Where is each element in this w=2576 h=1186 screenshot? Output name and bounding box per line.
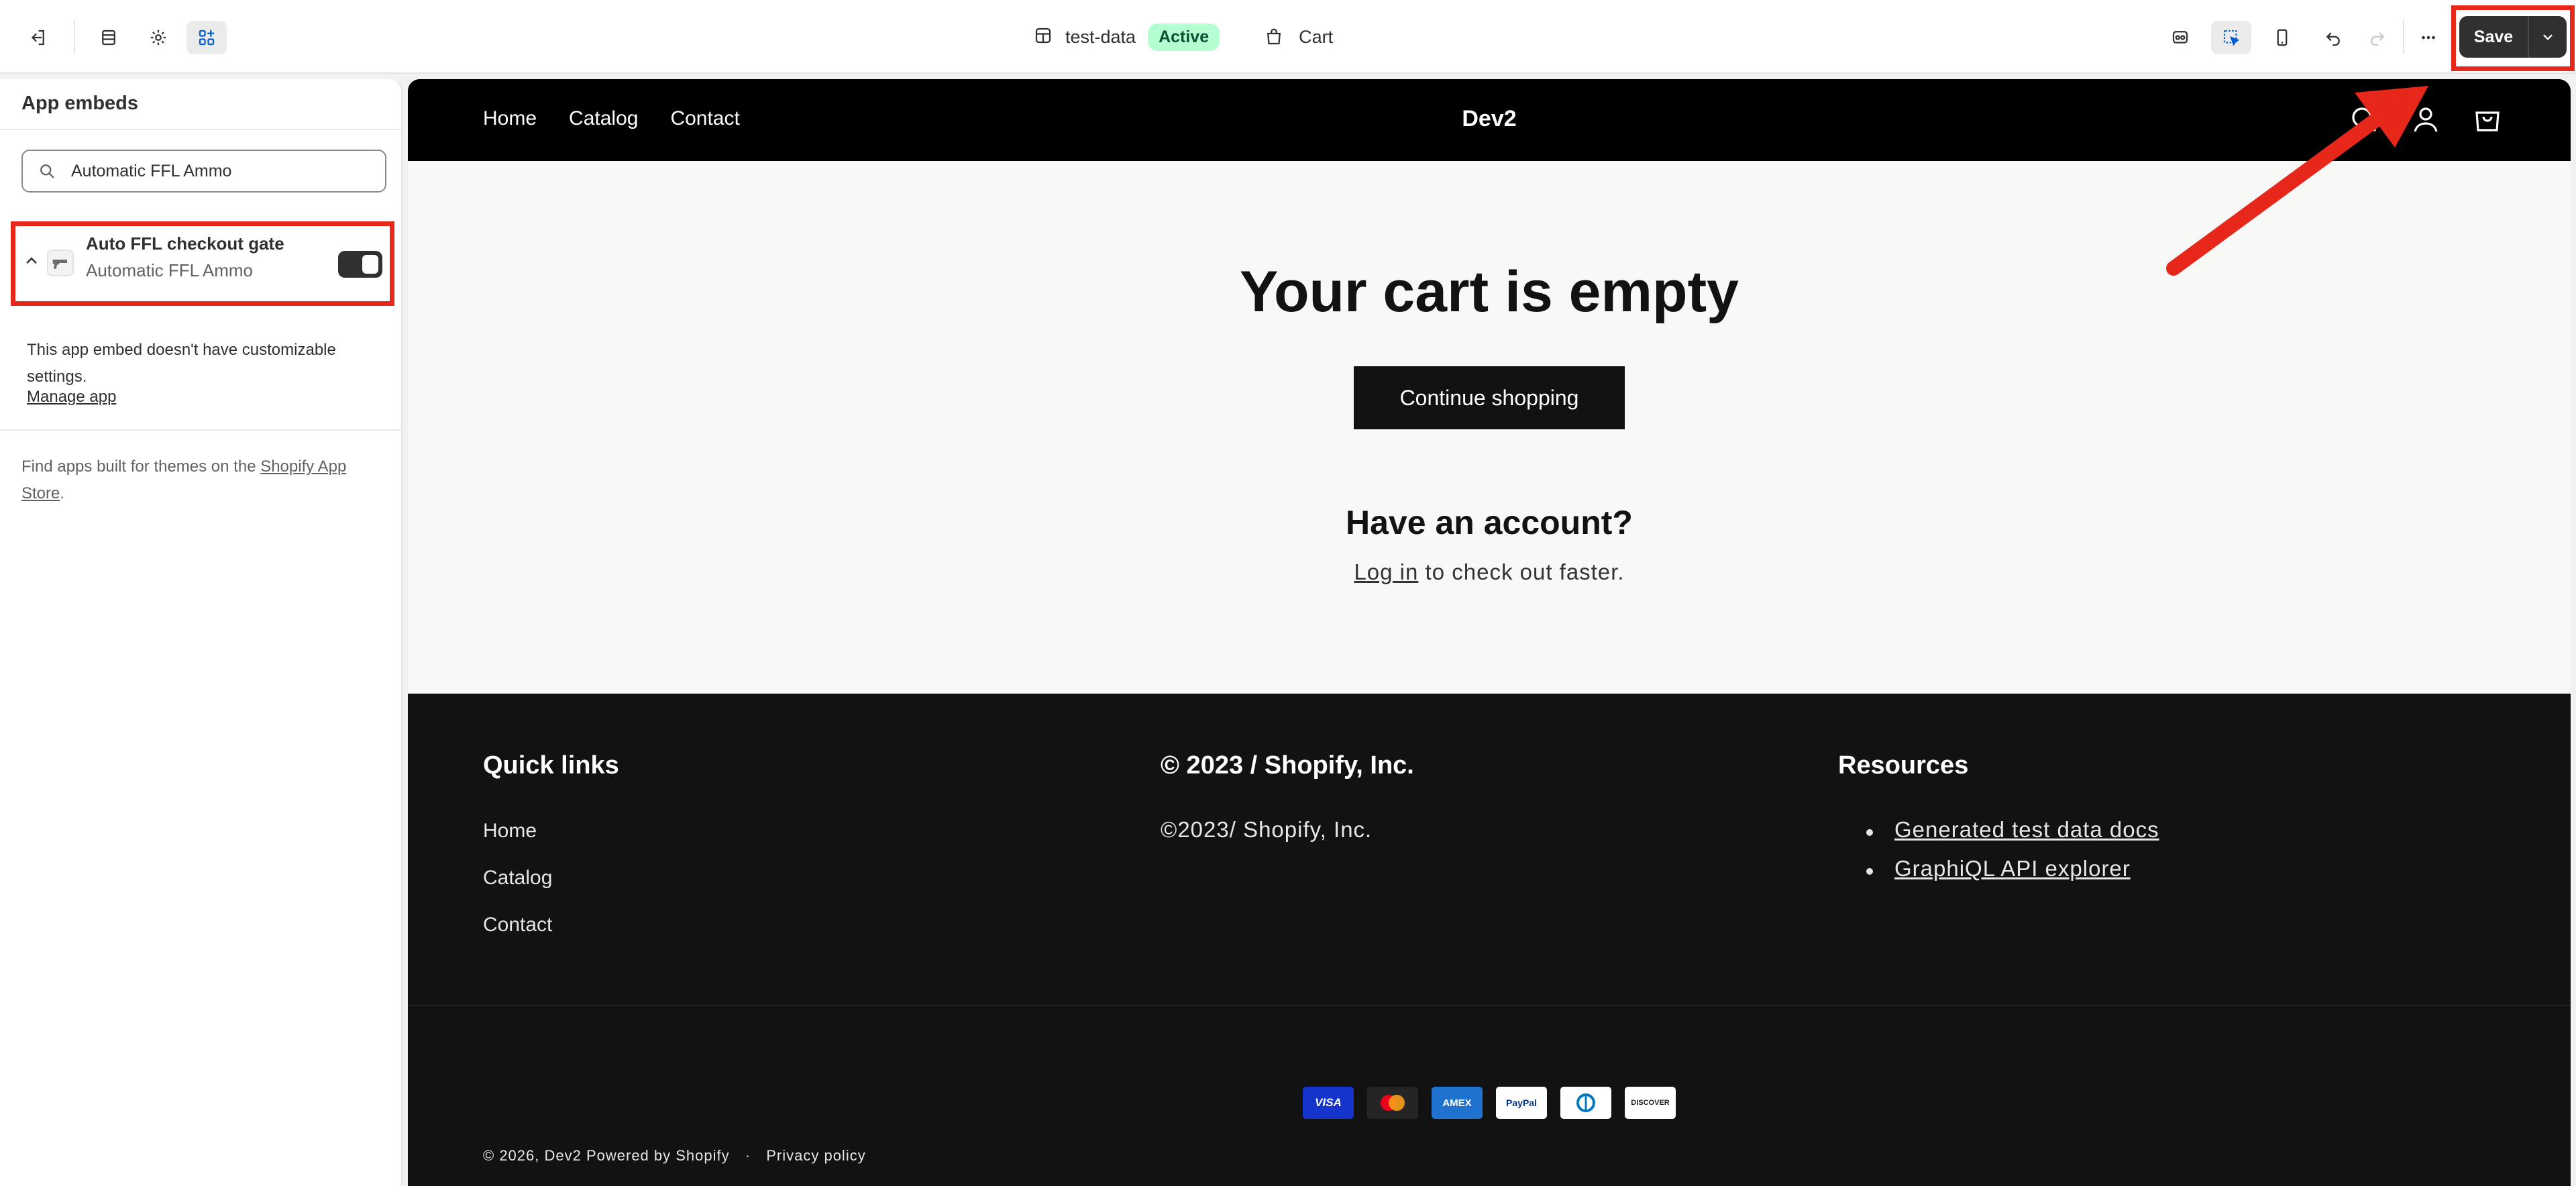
inspector-button[interactable] [2160,21,2200,54]
mastercard-icon [1367,1087,1418,1119]
more-actions-button[interactable] [2408,21,2449,54]
payment-icons: VISA AMEX PayPal DISCOVER [1303,1087,1676,1119]
toolbar-divider [74,20,75,54]
undo-button[interactable] [2313,21,2353,54]
toolbar-divider [2403,20,2404,54]
find-apps-label: Find apps built for themes on the [21,457,261,476]
theme-settings-button[interactable] [138,21,178,54]
company-title: © 2023 / Shopify, Inc. [1161,751,1414,779]
diners-icon [1560,1087,1611,1119]
visa-icon: VISA [1303,1087,1354,1119]
company-text: ©2023/ Shopify, Inc. [1161,817,1373,842]
footer-divider [408,1005,2571,1006]
app-embeds-icon [199,30,215,46]
discover-icon: DISCOVER [1625,1087,1676,1119]
search-field[interactable] [21,150,386,193]
theme-icon [1033,25,1053,49]
embed-note: This app embed doesn't have customizable… [27,341,336,386]
select-element-button[interactable] [2211,21,2251,54]
bag-icon [1267,28,1281,45]
footer-link-catalog[interactable]: Catalog [483,867,552,889]
annotation-box-save [2451,5,2575,71]
separator-dot: · [745,1147,751,1164]
quick-links-title: Quick links [483,751,619,779]
login-text: to check out faster. [1418,559,1625,584]
app-embeds-button[interactable] [186,21,227,54]
select-icon [2223,30,2240,46]
search-input[interactable] [71,161,380,181]
divider [0,129,402,130]
more-icon [2422,36,2435,40]
undo-icon [2326,32,2340,46]
amex-icon: AMEX [1432,1087,1483,1119]
find-apps-end: . [60,484,65,502]
redo-icon [2371,32,2385,46]
cart-icon[interactable] [2471,103,2504,136]
inspector-icon [2172,31,2188,44]
privacy-policy-link[interactable]: Privacy policy [766,1147,865,1164]
sections-icon [102,30,115,46]
continue-shopping-button[interactable]: Continue shopping [1354,366,1625,429]
editor-toolbar: test-data Active Cart Save [0,0,2576,74]
annotation-box-embed [11,221,394,306]
exit-button[interactable] [17,21,58,54]
bullet [1866,868,1873,875]
sidebar-title: App embeds [21,93,139,114]
annotation-arrow-icon [2166,86,2428,276]
bullet [1866,829,1873,836]
divider [0,429,402,431]
resources-title: Resources [1838,751,1969,779]
template-selector[interactable]: Cart [1264,27,1333,48]
exit-icon [32,30,44,46]
manage-app-link[interactable]: Manage app [27,388,116,407]
find-apps-text: Find apps built for themes on the Shopif… [21,453,384,507]
redo-button[interactable] [2357,21,2398,54]
template-name: Cart [1299,26,1334,47]
account-title: Have an account? [1346,504,1633,541]
resource-link-docs[interactable]: Generated test data docs [1894,817,2159,843]
status-badge: Active [1148,23,1220,51]
theme-template-bar: test-data Active Cart [1033,20,1333,54]
store-footer: Quick links Home Catalog Contact © 2023 … [408,694,2571,1186]
theme-name[interactable]: test-data [1065,27,1136,48]
sections-button[interactable] [89,21,129,54]
copyright: © 2026, Dev2 Powered by Shopify · Privac… [483,1147,866,1165]
login-link[interactable]: Log in [1354,559,1418,584]
footer-link-contact[interactable]: Contact [483,914,552,936]
copyright-text: © 2026, Dev2 Powered by Shopify [483,1147,730,1164]
mobile-preview-button[interactable] [2262,21,2302,54]
paypal-icon: PayPal [1496,1087,1547,1119]
search-icon [40,164,54,178]
settings-icon [150,30,166,46]
footer-link-home[interactable]: Home [483,820,537,843]
mobile-icon [2277,29,2288,46]
account-text: Log in to check out faster. [408,559,2571,585]
resource-link-graphiql[interactable]: GraphiQL API explorer [1894,856,2131,881]
